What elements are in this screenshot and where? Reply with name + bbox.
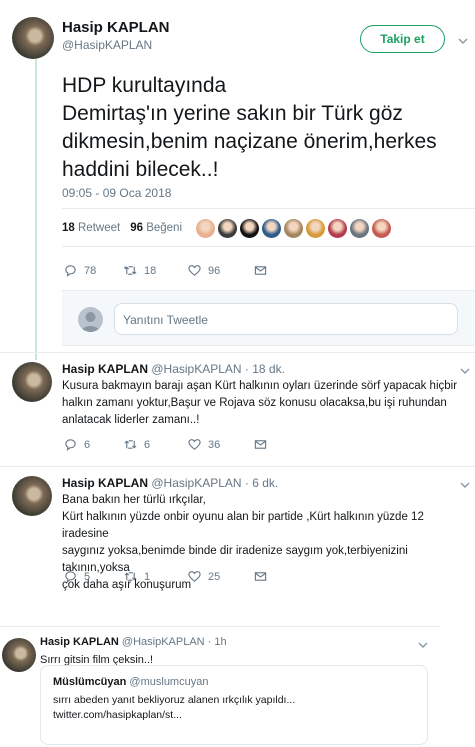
retweet-icon: [124, 572, 137, 581]
reply-tweet[interactable]: Hasip KAPLAN @HasipKAPLAN · 6 dk. Bana b…: [0, 466, 475, 596]
reply-action[interactable]: 6: [64, 438, 124, 451]
liker-avatar[interactable]: [372, 219, 391, 238]
message-action[interactable]: [254, 264, 267, 277]
quoted-author-handle: @muslumcuyan: [129, 676, 209, 688]
reply-action[interactable]: 78: [64, 264, 124, 277]
tweet-text: HDP kurultayında Demirtaş'ın yerine sakı…: [62, 74, 437, 181]
like-action[interactable]: 25: [188, 570, 254, 583]
tweet-actions: 78 18 96: [64, 264, 267, 277]
reply-input[interactable]: Yanıtını Tweetle: [114, 303, 458, 335]
retweet-action[interactable]: 18: [124, 264, 188, 277]
message-action[interactable]: [254, 570, 267, 583]
reply-composer: Yanıtını Tweetle: [62, 290, 475, 346]
liker-avatar[interactable]: [262, 219, 281, 238]
tweet-stats: 18 Retweet 96 Beğeni: [62, 222, 182, 234]
author-handle[interactable]: @HasipKAPLAN: [122, 636, 205, 648]
retweet-icon: [124, 266, 137, 275]
reply-count: 6: [84, 438, 91, 451]
heart-icon: [188, 265, 201, 276]
divider: [62, 208, 475, 209]
like-action[interactable]: 96: [188, 264, 254, 277]
reply-icon: [65, 571, 76, 583]
author-name[interactable]: Hasip KAPLAN: [40, 636, 119, 648]
liker-avatar[interactable]: [218, 219, 237, 238]
tweet-header: Hasip KAPLAN @HasipKAPLAN · 18 dk.: [62, 362, 285, 376]
envelope-icon: [254, 266, 267, 275]
like-count: 96: [208, 264, 221, 277]
reply-count: 5: [84, 570, 91, 583]
user-avatar-icon: [78, 307, 103, 332]
avatar[interactable]: [12, 362, 52, 402]
quoted-tweet-header: Müslümcüyan @muslumcuyan: [53, 676, 415, 688]
liker-avatar[interactable]: [328, 219, 347, 238]
divider: [0, 352, 475, 353]
avatar[interactable]: [12, 476, 52, 516]
author-handle[interactable]: @HasipKAPLAN: [151, 476, 241, 490]
liker-avatar[interactable]: [306, 219, 325, 238]
author-handle[interactable]: @HasipKAPLAN: [151, 362, 241, 376]
chevron-down-icon[interactable]: [460, 366, 470, 376]
avatar[interactable]: [2, 638, 36, 672]
tweet-time[interactable]: · 18 dk.: [245, 362, 285, 376]
like-stat[interactable]: 96 Beğeni: [130, 222, 182, 234]
divider: [0, 466, 475, 467]
tweet-actions: 6 6 36: [64, 438, 267, 451]
envelope-icon: [254, 572, 267, 581]
like-count: 25: [208, 570, 221, 583]
tweet-actions: 5 1 25: [64, 570, 267, 583]
reply-icon: [65, 265, 76, 277]
reply-tweet[interactable]: Hasip KAPLAN @HasipKAPLAN · 18 dk. Kusur…: [0, 352, 475, 464]
liker-avatar[interactable]: [196, 219, 215, 238]
tweet-time[interactable]: · 1h: [208, 636, 227, 648]
divider: [62, 246, 475, 247]
chevron-down-icon[interactable]: [458, 36, 468, 46]
like-count: 36: [208, 438, 221, 451]
chevron-down-icon[interactable]: [418, 640, 428, 650]
retweet-count: 1: [144, 570, 151, 583]
author-handle[interactable]: @HasipKAPLAN: [62, 38, 152, 52]
follow-button[interactable]: Takip et: [360, 25, 445, 53]
quoted-tweet-text: sırrı abeden yanıt bekliyoruz alanen ırk…: [53, 694, 296, 721]
message-action[interactable]: [254, 438, 267, 451]
liker-avatar[interactable]: [240, 219, 259, 238]
main-tweet: Hasip KAPLAN @HasipKAPLAN Takip et HDP k…: [0, 0, 475, 350]
like-action[interactable]: 36: [188, 438, 254, 451]
liker-avatar[interactable]: [350, 219, 369, 238]
chevron-down-icon[interactable]: [460, 480, 470, 490]
retweet-count: 18: [144, 264, 157, 277]
divider: [0, 626, 440, 627]
retweet-action[interactable]: 6: [124, 438, 188, 451]
reply-count: 78: [84, 264, 97, 277]
heart-icon: [188, 571, 201, 582]
retweet-icon: [124, 440, 137, 449]
tweet-text: Kusura bakmayın barajı aşan Kürt halkını…: [62, 380, 458, 426]
author-name[interactable]: Hasip KAPLAN: [62, 362, 148, 376]
likers-avatars[interactable]: [196, 219, 391, 238]
reply-action[interactable]: 5: [64, 570, 124, 583]
heart-icon: [188, 439, 201, 450]
tweet-header: Hasip KAPLAN @HasipKAPLAN · 1h: [40, 636, 227, 648]
tweet-header: Hasip KAPLAN @HasipKAPLAN · 6 dk.: [62, 476, 278, 490]
author-name[interactable]: Hasip KAPLAN: [62, 476, 148, 490]
retweet-stat[interactable]: 18 Retweet: [62, 222, 120, 234]
quoted-author-name: Müslümcüyan: [53, 676, 127, 688]
quoted-tweet-card[interactable]: Müslümcüyan @muslumcuyan sırrı abeden ya…: [40, 665, 428, 745]
tweet-time[interactable]: · 6 dk.: [245, 476, 278, 490]
tweet-timestamp[interactable]: 09:05 - 09 Oca 2018: [62, 186, 171, 200]
author-name[interactable]: Hasip KAPLAN: [62, 19, 170, 36]
retweet-action[interactable]: 1: [124, 570, 188, 583]
envelope-icon: [254, 440, 267, 449]
liker-avatar[interactable]: [284, 219, 303, 238]
reply-icon: [65, 439, 76, 451]
retweet-count: 6: [144, 438, 151, 451]
avatar[interactable]: [12, 17, 54, 59]
